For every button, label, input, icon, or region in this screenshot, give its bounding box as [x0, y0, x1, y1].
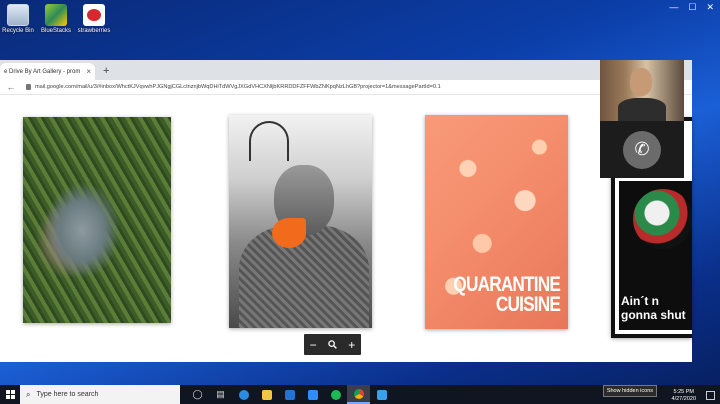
desktop-icons: Recycle Bin BlueStacks strawberries [0, 4, 114, 34]
clock-date: 4/27/2020 [671, 396, 696, 402]
bluestacks-icon [45, 4, 67, 26]
mail-icon[interactable] [278, 385, 301, 404]
task-view-icon[interactable]: ▤ [209, 385, 232, 404]
strawberries-icon [83, 4, 105, 26]
file-explorer-icon[interactable] [255, 385, 278, 404]
tab-bar: e Drive By Art Gallery - prom × + [0, 60, 692, 80]
zoom-in-button[interactable]: + [348, 338, 355, 352]
search-icon: ⌕ [26, 389, 31, 399]
call-controls: ✆ [600, 121, 684, 178]
close-icon[interactable]: ✕ [706, 2, 714, 13]
desktop-icon-label: Recycle Bin [2, 28, 34, 34]
orange-mask-shape [272, 218, 306, 248]
street-lamp-shape [249, 121, 289, 161]
tab-title: e Drive By Art Gallery - prom [4, 68, 81, 75]
desktop-icon-bluestacks[interactable]: BlueStacks [38, 4, 74, 34]
clock[interactable]: 5:25 PM 4/27/2020 [672, 389, 696, 403]
magnifier-icon[interactable] [328, 338, 337, 352]
browser-window: e Drive By Art Gallery - prom × + ← mail… [0, 60, 692, 362]
back-icon[interactable]: ← [4, 82, 18, 92]
maximize-icon[interactable]: ☐ [688, 2, 696, 13]
taskbar: ⌕ Type here to search ◯ ▤ Show hidden ic… [0, 385, 720, 404]
taskbar-apps: ◯ ▤ [186, 385, 393, 404]
desktop-icon-label: strawberries [77, 28, 111, 34]
windows-icon [5, 390, 15, 399]
phone-icon[interactable]: ✆ [623, 130, 661, 169]
zoom-controls: − + [304, 334, 361, 355]
new-tab-button[interactable]: + [103, 65, 109, 77]
poster-text-line: Ain´t n [621, 294, 659, 308]
desktop-icon-label: BlueStacks [40, 28, 71, 34]
tab-close-icon[interactable]: × [86, 67, 91, 76]
desktop-icon-strawberries[interactable]: strawberries [76, 4, 112, 34]
artwork-fish[interactable] [23, 117, 171, 323]
desktop-icon-recycle-bin[interactable]: Recycle Bin [0, 4, 36, 34]
lock-icon[interactable] [26, 84, 31, 90]
recycle-bin-icon [7, 4, 29, 26]
artwork-title-line: CUISINE [495, 293, 561, 316]
search-placeholder: Type here to search [36, 391, 99, 398]
chrome-icon[interactable] [347, 385, 370, 404]
video-call-window: ✆ [600, 60, 684, 178]
cortana-icon[interactable]: ◯ [186, 385, 209, 404]
artwork-quarantine-cuisine[interactable]: QUARANTINE CUISINE [425, 115, 568, 329]
poster-text: Ain´t n gonna shut [621, 294, 686, 322]
artwork-title: QUARANTINE CUISINE [453, 273, 561, 316]
attachment-viewer: QUARANTINE CUISINE Ain´t n gonna shut [0, 95, 692, 362]
clock-time: 5:25 PM [673, 389, 694, 395]
artwork-title-line: QUARANTINE [453, 273, 560, 296]
call-video-feed [600, 60, 684, 121]
poster-figure-shape [633, 189, 692, 249]
participant-face-shape [630, 68, 652, 96]
participant-shirt-shape [618, 98, 666, 121]
zoom-app-icon[interactable] [301, 385, 324, 404]
zoom-out-button[interactable]: − [310, 338, 317, 352]
window-controls: — ☐ ✕ [669, 2, 714, 13]
figure-body-shape [239, 225, 369, 328]
url-field[interactable]: mail.google.com/mail/u/3/#inbox/WhctKJVq… [35, 84, 677, 90]
tab-art-gallery[interactable]: e Drive By Art Gallery - prom × [0, 63, 95, 80]
taskbar-search[interactable]: ⌕ Type here to search [20, 385, 180, 404]
artwork-man-with-mask[interactable] [229, 115, 372, 328]
app-icon[interactable] [370, 385, 393, 404]
notification-icon[interactable] [706, 391, 715, 400]
address-bar: ← mail.google.com/mail/u/3/#inbox/WhctKJ… [0, 80, 692, 95]
poster-text-line: gonna shut [621, 308, 686, 322]
tooltip: Show hidden icons [602, 385, 657, 397]
start-button[interactable] [0, 385, 20, 404]
minimize-icon[interactable]: — [669, 2, 678, 13]
spotify-icon[interactable] [324, 385, 347, 404]
edge-icon[interactable] [232, 385, 255, 404]
